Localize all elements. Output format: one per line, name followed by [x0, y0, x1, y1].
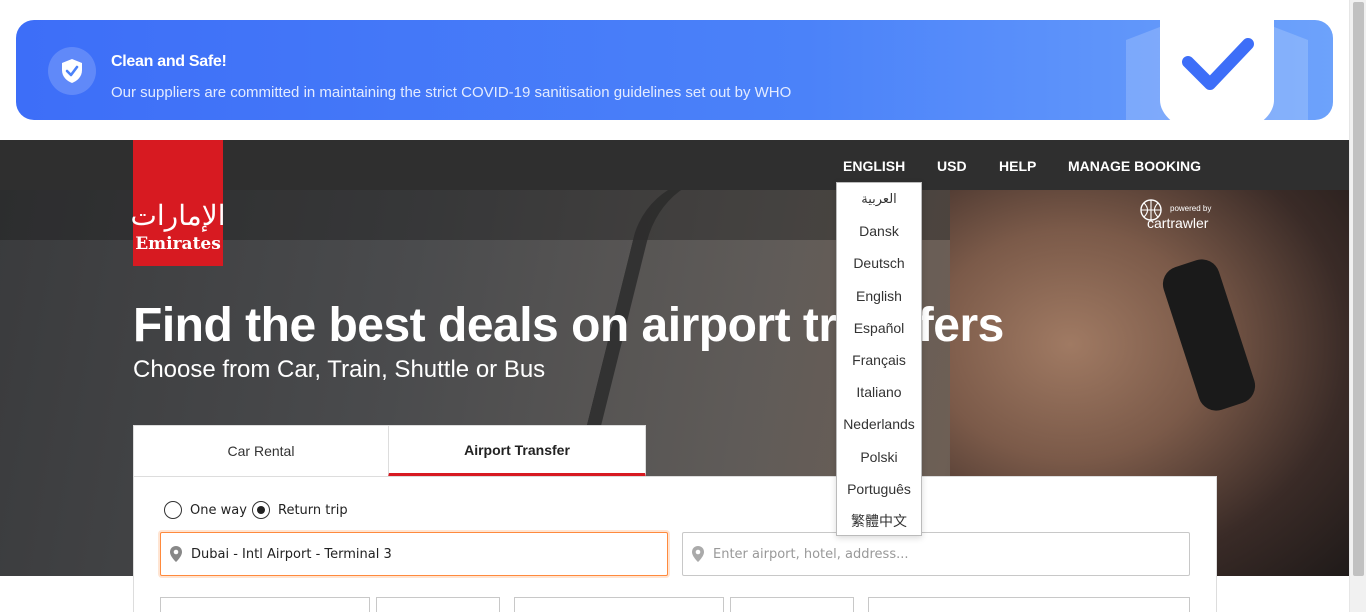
language-option[interactable]: Français — [837, 344, 921, 376]
one-way-radio[interactable]: One way — [164, 501, 247, 519]
dropoff-location-field[interactable] — [682, 532, 1190, 576]
language-option[interactable]: العربية — [837, 183, 921, 215]
help-link[interactable]: HELP — [999, 158, 1036, 174]
return-date-field[interactable] — [514, 597, 724, 612]
tab-car-rental[interactable]: Car Rental — [133, 425, 389, 477]
banner-title: Clean and Safe! — [111, 53, 227, 70]
dropoff-location-input[interactable] — [713, 546, 1189, 562]
search-panel: One way Return trip — [133, 476, 1217, 612]
covid-banner: Clean and Safe! Our suppliers are commit… — [16, 20, 1333, 120]
pickup-location-input[interactable] — [191, 546, 667, 562]
date-field[interactable] — [160, 597, 370, 612]
return-trip-radio[interactable]: Return trip — [252, 501, 348, 519]
shield-check-icon — [48, 47, 96, 95]
language-option[interactable]: Español — [837, 312, 921, 344]
location-pin-icon — [169, 545, 183, 563]
radio-unchecked-icon — [164, 501, 182, 519]
return-time-field[interactable] — [730, 597, 854, 612]
manage-booking-link[interactable]: MANAGE BOOKING — [1068, 158, 1201, 174]
language-selector[interactable]: ENGLISH — [843, 158, 905, 174]
emirates-logo[interactable]: ﺍﻹﻣﺎﺭﺍﺕ Emirates — [130, 140, 226, 266]
language-option[interactable]: Português — [837, 473, 921, 505]
scrollbar-thumb[interactable] — [1353, 2, 1364, 576]
language-option[interactable]: 繁體中文 — [837, 505, 921, 537]
language-dropdown: العربية Dansk Deutsch English Español Françai… — [836, 182, 922, 536]
logo-wordmark: Emirates — [135, 234, 221, 254]
currency-selector[interactable]: USD — [937, 158, 967, 174]
pickup-location-field[interactable] — [160, 532, 668, 576]
location-pin-icon — [691, 545, 705, 563]
radio-checked-icon — [252, 501, 270, 519]
banner-subtitle: Our suppliers are committed in maintaini… — [111, 84, 792, 101]
language-option[interactable]: Nederlands — [837, 408, 921, 440]
scrollbar[interactable] — [1349, 0, 1366, 612]
powered-by-label: powered by — [1170, 204, 1212, 213]
cartrawler-logo: powered by cartrawler — [1138, 198, 1211, 231]
page-subtitle: Choose from Car, Train, Shuttle or Bus — [133, 356, 546, 383]
language-option[interactable]: English — [837, 280, 921, 312]
logo-arabic-script: ﺍﻹﻣﺎﺭﺍﺕ — [130, 199, 226, 232]
passengers-field[interactable] — [868, 597, 1190, 612]
language-option[interactable]: Italiano — [837, 376, 921, 408]
language-option[interactable]: Dansk — [837, 215, 921, 247]
large-shield-decoration-icon — [1126, 20, 1308, 120]
partner-name: cartrawler — [1147, 215, 1209, 231]
time-field[interactable] — [376, 597, 500, 612]
tab-airport-transfer[interactable]: Airport Transfer — [388, 425, 646, 477]
language-option[interactable]: Polski — [837, 441, 921, 473]
language-option[interactable]: Deutsch — [837, 247, 921, 279]
